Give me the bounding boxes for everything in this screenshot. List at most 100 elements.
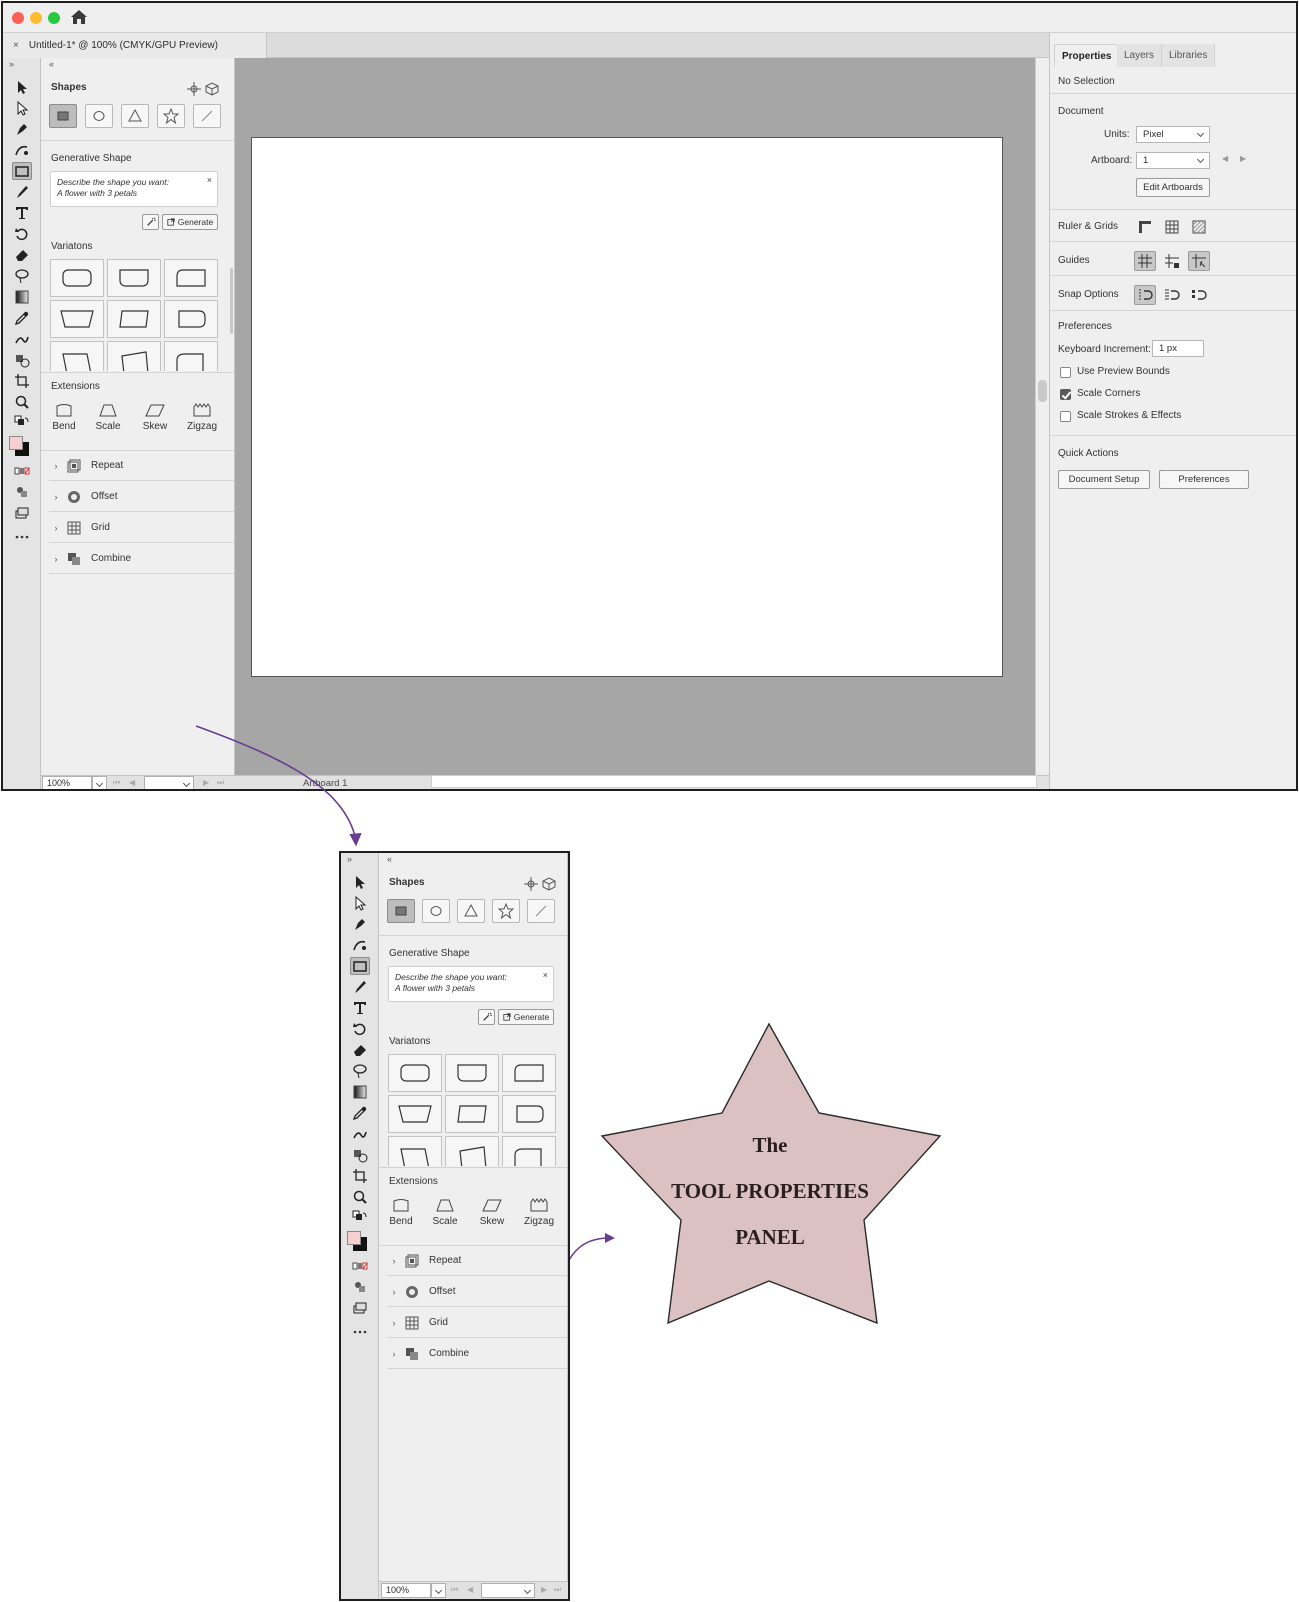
generative-prompt-input[interactable]: Describe the shape you want: A flower wi…: [50, 171, 218, 207]
minimize-window-button[interactable]: [30, 12, 42, 24]
bend-extension[interactable]: Bend: [44, 402, 84, 432]
draw-mode-icon[interactable]: [12, 483, 32, 501]
ellipse-shape-button[interactable]: [422, 899, 450, 923]
variation-tile[interactable]: [50, 341, 104, 371]
puppet-warp-tool-icon[interactable]: [12, 330, 32, 348]
clear-prompt-icon[interactable]: ×: [543, 970, 548, 981]
variation-tile[interactable]: [445, 1054, 499, 1092]
bend-extension[interactable]: Bend: [381, 1197, 421, 1227]
swap-colors-icon[interactable]: [12, 414, 32, 432]
previous-artboard-arrow-icon[interactable]: ◀: [1222, 154, 1228, 163]
last-artboard-icon[interactable]: ⏭: [217, 778, 224, 788]
star-shape-button[interactable]: [492, 899, 520, 923]
pen-tool-icon[interactable]: [350, 915, 370, 933]
variation-tile[interactable]: [388, 1136, 442, 1166]
variation-tile[interactable]: [502, 1095, 556, 1133]
tab-properties[interactable]: Properties: [1054, 44, 1120, 67]
scale-extension[interactable]: Scale: [425, 1197, 465, 1227]
rectangle-tool-icon[interactable]: [349, 957, 370, 975]
snap-to-grid-toggle[interactable]: [1161, 285, 1183, 305]
skew-extension[interactable]: Skew: [472, 1197, 512, 1227]
edit-artboards-button[interactable]: Edit Artboards: [1136, 178, 1210, 197]
zigzag-extension[interactable]: Zigzag: [519, 1197, 559, 1227]
artboard-number-dropdown[interactable]: [144, 776, 194, 789]
eraser-tool-icon[interactable]: [12, 246, 32, 264]
show-guides-toggle[interactable]: [1134, 251, 1156, 271]
zoom-level-field[interactable]: 100%: [381, 1583, 431, 1598]
rotate-tool-icon[interactable]: [12, 225, 32, 243]
selection-tool-icon[interactable]: [12, 78, 32, 96]
zigzag-extension[interactable]: Zigzag: [182, 402, 222, 432]
move-icon[interactable]: [187, 82, 201, 96]
next-artboard-icon[interactable]: ▶: [203, 778, 209, 787]
rectangle-tool-icon[interactable]: [11, 162, 32, 180]
variation-tile[interactable]: [388, 1095, 442, 1133]
snap-to-point-toggle[interactable]: [1134, 285, 1156, 305]
variation-tile[interactable]: [50, 300, 104, 338]
line-shape-button[interactable]: [527, 899, 555, 923]
zoom-level-field[interactable]: 100%: [42, 776, 92, 789]
grid-row[interactable]: › Grid: [387, 1308, 567, 1338]
clear-prompt-icon[interactable]: ×: [207, 175, 212, 186]
paintbrush-tool-icon[interactable]: [12, 183, 32, 201]
ellipse-shape-button[interactable]: [85, 104, 113, 128]
close-tab-icon[interactable]: ×: [13, 40, 19, 51]
next-artboard-arrow-icon[interactable]: ▶: [1240, 154, 1246, 163]
shape-builder-tool-icon[interactable]: [12, 351, 32, 369]
zoom-tool-icon[interactable]: [12, 393, 32, 411]
fill-stroke-swatch[interactable]: [347, 1231, 367, 1251]
cube-icon[interactable]: [542, 877, 556, 891]
generate-button[interactable]: Generate: [498, 1009, 554, 1025]
artboard-select[interactable]: 1: [1136, 152, 1210, 169]
direct-selection-tool-icon[interactable]: [350, 894, 370, 912]
lock-guides-toggle[interactable]: [1161, 251, 1183, 271]
type-tool-icon[interactable]: [12, 204, 32, 222]
eyedropper-tool-icon[interactable]: [12, 309, 32, 327]
offset-row[interactable]: › Offset: [49, 482, 234, 512]
magic-wand-button[interactable]: [142, 214, 159, 230]
previous-artboard-icon[interactable]: ◀: [467, 1585, 473, 1594]
screen-mode-icon[interactable]: [350, 1299, 370, 1317]
snap-to-pixel-toggle[interactable]: [1188, 285, 1210, 305]
last-artboard-icon[interactable]: ⏭: [554, 1585, 561, 1595]
zoom-window-button[interactable]: [48, 12, 60, 24]
zoom-dropdown[interactable]: [431, 1583, 446, 1598]
type-tool-icon[interactable]: [350, 999, 370, 1017]
artboard-number-dropdown[interactable]: [481, 1583, 535, 1598]
first-artboard-icon[interactable]: ⏮: [451, 1585, 458, 1595]
variation-tile[interactable]: [107, 300, 161, 338]
zoom-tool-icon[interactable]: [350, 1188, 370, 1206]
collapse-panel-icon[interactable]: «: [387, 854, 392, 864]
eyedropper-tool-icon[interactable]: [350, 1104, 370, 1122]
home-icon[interactable]: [70, 9, 88, 25]
collapse-panel-icon[interactable]: «: [49, 59, 54, 69]
variation-tile[interactable]: [445, 1095, 499, 1133]
scale-extension[interactable]: Scale: [88, 402, 128, 432]
triangle-shape-button[interactable]: [457, 899, 485, 923]
cube-icon[interactable]: [205, 82, 219, 96]
transparency-grid-toggle[interactable]: [1188, 217, 1210, 237]
scale-strokes-effects-checkbox[interactable]: [1060, 411, 1071, 422]
repeat-row[interactable]: › Repeat: [49, 451, 234, 481]
pen-tool-icon[interactable]: [12, 120, 32, 138]
generate-button[interactable]: Generate: [162, 214, 218, 230]
direct-selection-tool-icon[interactable]: [12, 99, 32, 117]
previous-artboard-icon[interactable]: ◀: [129, 778, 135, 787]
curvature-tool-icon[interactable]: [12, 141, 32, 159]
rulers-toggle[interactable]: [1134, 217, 1156, 237]
horizontal-scrollbar[interactable]: [431, 775, 1037, 788]
first-artboard-icon[interactable]: ⏮: [113, 778, 120, 788]
shape-builder-tool-icon[interactable]: [350, 1146, 370, 1164]
lasso-tool-icon[interactable]: [12, 267, 32, 285]
variations-scrollbar[interactable]: [230, 268, 233, 334]
artboard-tool-icon[interactable]: [12, 372, 32, 390]
expand-toolbar-icon[interactable]: »: [347, 854, 352, 864]
color-mode-icon[interactable]: [12, 462, 32, 480]
more-tools-icon[interactable]: [350, 1323, 370, 1341]
paintbrush-tool-icon[interactable]: [350, 978, 370, 996]
repeat-row[interactable]: › Repeat: [387, 1246, 567, 1276]
next-artboard-icon[interactable]: ▶: [541, 1585, 547, 1594]
scroll-thumb[interactable]: [1038, 380, 1047, 402]
variation-tile[interactable]: [388, 1054, 442, 1092]
use-preview-bounds-checkbox[interactable]: [1060, 367, 1071, 378]
